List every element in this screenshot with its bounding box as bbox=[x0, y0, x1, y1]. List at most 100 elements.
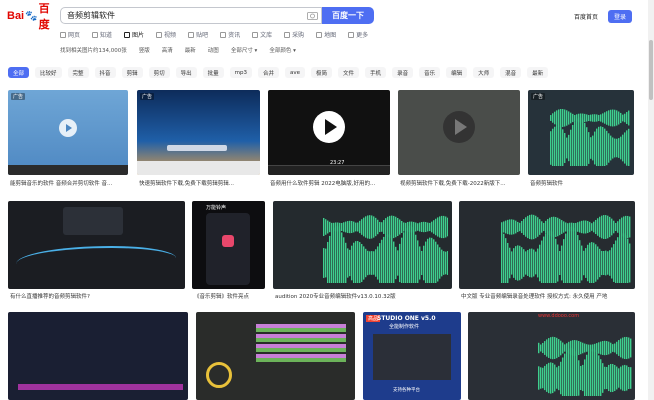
tag-chip[interactable]: 导出 bbox=[175, 67, 197, 78]
product-subtitle: 全能制作软件 bbox=[389, 324, 420, 330]
logo-text-baidu: 百度 bbox=[38, 3, 50, 31]
tag-chip[interactable]: 录音 bbox=[392, 67, 414, 78]
result-image[interactable]: www.ddooo.com bbox=[468, 312, 635, 400]
filter-size-dropdown[interactable]: 全部尺寸 ▾ bbox=[231, 46, 258, 54]
tab-3[interactable]: 视频 bbox=[156, 30, 176, 39]
scrollbar[interactable] bbox=[648, 0, 654, 400]
result-image[interactable] bbox=[8, 201, 185, 289]
tab-label: 文库 bbox=[260, 32, 273, 39]
daw-tracks bbox=[256, 324, 346, 364]
tab-5[interactable]: 资讯 bbox=[220, 30, 240, 39]
result-count: 找到相关图片约134,000张 bbox=[60, 48, 127, 54]
track-purple bbox=[18, 384, 183, 390]
tag-chip[interactable]: 全部 bbox=[8, 67, 30, 78]
tab-4[interactable]: 贴吧 bbox=[188, 30, 208, 39]
tag-chip[interactable]: 比较好 bbox=[35, 67, 62, 78]
result-caption[interactable]: audition 2020专业音频编辑软件v13.0.10.32版 bbox=[275, 292, 455, 300]
eq-curve bbox=[16, 246, 176, 276]
tag-chip[interactable]: 完整 bbox=[67, 67, 89, 78]
result-caption[interactable]: 音频用什么软件剪辑 2022电脑版,好用的... bbox=[270, 179, 392, 187]
result-image[interactable]: 23:27 bbox=[268, 90, 390, 175]
tab-label: 地图 bbox=[324, 32, 337, 39]
product-title: STUDIO ONE v5.0 bbox=[377, 315, 436, 322]
tab-icon bbox=[60, 31, 66, 38]
result-caption[interactable]: 《音乐剪辑》软件亮点 bbox=[194, 292, 268, 300]
tab-icon bbox=[220, 31, 227, 38]
tab-label: 采购 bbox=[292, 32, 305, 39]
tab-9[interactable]: 更多 bbox=[348, 30, 368, 39]
tag-chip[interactable]: 最新 bbox=[527, 67, 549, 78]
result-image[interactable] bbox=[273, 201, 452, 289]
play-icon bbox=[443, 111, 475, 143]
top-links: 百度首页 登录 bbox=[574, 10, 632, 23]
filter-item[interactable]: 高清 bbox=[162, 46, 173, 54]
tag-chip[interactable]: 编辑 bbox=[446, 67, 468, 78]
filter-color-dropdown[interactable]: 全部颜色 ▾ bbox=[269, 46, 296, 54]
tag-chip[interactable]: 剪切 bbox=[148, 67, 170, 78]
scrollbar-thumb[interactable] bbox=[649, 40, 653, 100]
tab-7[interactable]: 采购 bbox=[284, 30, 304, 39]
home-link[interactable]: 百度首页 bbox=[574, 12, 598, 21]
software-screenshot bbox=[373, 334, 451, 380]
tag-chip[interactable]: 文件 bbox=[338, 67, 360, 78]
tab-0[interactable]: 网页 bbox=[60, 30, 80, 39]
result-image[interactable]: 广告 bbox=[528, 90, 634, 175]
result-image[interactable] bbox=[398, 90, 520, 175]
tab-icon bbox=[252, 31, 259, 38]
waveform bbox=[550, 108, 630, 166]
tag-chip[interactable]: 抖音 bbox=[94, 67, 116, 78]
tab-8[interactable]: 地图 bbox=[316, 30, 336, 39]
result-caption[interactable]: 音频剪辑软件 bbox=[530, 179, 630, 187]
result-image[interactable] bbox=[196, 312, 355, 400]
tag-chip[interactable]: 混音 bbox=[500, 67, 522, 78]
waveform bbox=[323, 215, 448, 283]
tag-chip[interactable]: 批量 bbox=[202, 67, 224, 78]
result-image[interactable]: 广告 bbox=[8, 90, 128, 175]
filter-item[interactable]: 动图 bbox=[208, 46, 219, 54]
tab-icon bbox=[92, 31, 99, 38]
result-image[interactable] bbox=[8, 312, 188, 400]
result-caption[interactable]: 快速剪辑软件下载,免费下载剪辑剪辑... bbox=[139, 179, 263, 187]
baidu-logo[interactable]: Bai 🐾 百度 bbox=[7, 3, 55, 31]
filter-item[interactable]: 竖版 bbox=[139, 46, 150, 54]
camera-icon[interactable] bbox=[307, 11, 318, 20]
tag-chip[interactable]: 手机 bbox=[365, 67, 387, 78]
tab-icon bbox=[348, 31, 355, 38]
tag-chip[interactable]: 极简 bbox=[311, 67, 333, 78]
ad-badge: 广告 bbox=[11, 93, 26, 100]
tag-chip[interactable]: ave bbox=[285, 67, 306, 78]
result-caption[interactable]: 视频剪辑软件下载,免费下载-2022新版下... bbox=[400, 179, 522, 187]
result-image[interactable] bbox=[459, 201, 635, 289]
tab-icon bbox=[124, 31, 131, 38]
app-title: 万能铃声 bbox=[206, 205, 227, 211]
search-query: 音频剪辑软件 bbox=[67, 11, 115, 20]
search-tabs: 网页 知道 图片 视频 贴吧 资讯 文库 采购 地图 更多 bbox=[60, 30, 368, 39]
result-image[interactable]: 广告 bbox=[137, 90, 260, 175]
result-image[interactable]: 高品 STUDIO ONE v5.0 全能制作软件 支持各种平台 bbox=[363, 312, 461, 400]
tag-chip[interactable]: 大师 bbox=[473, 67, 495, 78]
waveform bbox=[501, 214, 631, 283]
tab-label: 网页 bbox=[68, 32, 81, 39]
filter-item[interactable]: 最新 bbox=[185, 46, 196, 54]
tag-chip[interactable]: 音乐 bbox=[419, 67, 441, 78]
player-bar bbox=[8, 165, 128, 175]
search-input[interactable]: 音频剪辑软件 bbox=[60, 7, 322, 24]
ad-badge: 广告 bbox=[531, 93, 546, 100]
tag-chip[interactable]: 合并 bbox=[257, 67, 279, 78]
tag-chip[interactable]: mp3 bbox=[229, 67, 252, 78]
search-button[interactable]: 百度一下 bbox=[322, 7, 374, 24]
tab-6[interactable]: 文库 bbox=[252, 30, 272, 39]
result-caption[interactable]: 中文版 专业音频编辑录音处理软件 授权方式: 永久使用 产地 bbox=[461, 292, 639, 300]
tab-label: 贴吧 bbox=[196, 32, 209, 39]
play-icon bbox=[313, 111, 345, 143]
result-image[interactable]: 万能铃声 bbox=[192, 201, 265, 289]
tag-chip[interactable]: 剪辑 bbox=[121, 67, 143, 78]
tab-2[interactable]: 图片 bbox=[124, 30, 144, 39]
login-button[interactable]: 登录 bbox=[607, 10, 632, 23]
result-caption[interactable]: 能剪辑音乐的软件 音频合并剪切软件 音... bbox=[10, 179, 132, 187]
tab-label: 视频 bbox=[164, 32, 177, 39]
tab-1[interactable]: 知道 bbox=[92, 30, 112, 39]
logo-text-bai: Bai bbox=[7, 10, 25, 22]
meter-circle bbox=[206, 362, 232, 388]
result-caption[interactable]: 有什么直播推荐的音频剪辑软件? bbox=[10, 292, 185, 300]
